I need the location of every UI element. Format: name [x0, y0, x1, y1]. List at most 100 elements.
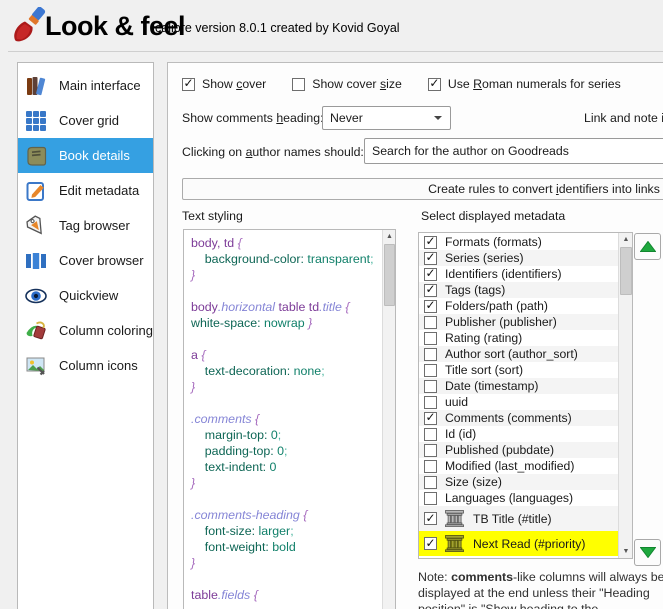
show-cover-size-checkbox[interactable]: Show cover size [292, 77, 402, 91]
checkbox-icon[interactable] [424, 347, 437, 361]
metadata-row-label: Modified (last_modified) [445, 459, 575, 473]
column-icon-gray [437, 510, 465, 527]
metadata-row-published-pubdate-[interactable]: Published (pubdate) [419, 442, 618, 458]
header: Look & feel calibre version 8.0.1 create… [0, 0, 663, 51]
checkbox-icon[interactable] [424, 298, 437, 313]
checkbox-icon[interactable] [424, 250, 437, 265]
checkbox-icon[interactable] [424, 536, 437, 550]
checkbox-icon[interactable] [424, 363, 437, 377]
checkbox-icon[interactable] [424, 443, 437, 457]
checkbox-icon[interactable] [424, 427, 437, 441]
sidebar-item-quickview[interactable]: Quickview [18, 278, 153, 313]
column-icon-olive [437, 535, 465, 552]
scrollbar-thumb[interactable] [384, 244, 395, 306]
metadata-row-uuid[interactable]: uuid [419, 394, 618, 410]
sidebar-item-cover-browser[interactable]: Cover browser [18, 243, 153, 278]
sidebar-item-edit-metadata[interactable]: Edit metadata [18, 173, 153, 208]
checkbox-icon[interactable] [424, 379, 437, 393]
scroll-down-icon[interactable]: ▼ [619, 545, 632, 558]
scrollbar-thumb[interactable] [620, 247, 632, 295]
checkbox-icon[interactable] [424, 395, 437, 409]
version-text: calibre version 8.0.1 created by Kovid G… [155, 21, 400, 35]
checkbox-icon[interactable] [424, 331, 437, 345]
css-code-line: a { [191, 348, 206, 362]
comments-note: Note: comments-like columns will always … [418, 570, 663, 609]
css-code-line: font-size: larger; [204, 524, 294, 538]
sidebar-item-cover-grid[interactable]: Cover grid [18, 103, 153, 138]
checkbox-icon[interactable] [424, 491, 437, 505]
metadata-row-publisher-publisher-[interactable]: Publisher (publisher) [419, 314, 618, 330]
metadata-row-tb-title-#title-[interactable]: TB Title (#title) [419, 506, 618, 531]
author-click-label: Clicking on author names should: [182, 145, 364, 159]
css-code-line: body.horizontal table td.title { [191, 300, 350, 314]
css-code[interactable]: body, td { background-color: transparent… [191, 235, 380, 603]
metadata-row-author-sort-author_sort-[interactable]: Author sort (author_sort) [419, 346, 618, 362]
checkbox-icon[interactable] [424, 266, 437, 281]
book-icon [24, 144, 48, 168]
metadata-row-id-id-[interactable]: Id (id) [419, 426, 618, 442]
metadata-row-languages-languages-[interactable]: Languages (languages) [419, 490, 618, 506]
comments-heading-select[interactable]: Never [322, 106, 451, 130]
sidebar-item-label: Quickview [59, 288, 119, 303]
sidebar-item-book-details[interactable]: Book details [18, 138, 153, 173]
paintbrush-icon [14, 7, 46, 42]
metadata-row-label: Comments (comments) [445, 411, 572, 425]
sidebar-item-label: Cover browser [59, 253, 144, 268]
show-cover-size-label: Show cover size [312, 77, 402, 91]
sidebar-item-label: Column coloring [59, 323, 153, 338]
metadata-row-label: uuid [445, 395, 469, 409]
list-scrollbar[interactable]: ▲ ▼ [618, 233, 632, 558]
header-divider [8, 51, 663, 52]
checkbox-icon[interactable] [424, 459, 437, 473]
scroll-up-icon[interactable]: ▲ [383, 230, 395, 243]
move-down-button[interactable] [634, 539, 661, 566]
metadata-row-formats-formats-[interactable]: Formats (formats) [419, 234, 618, 250]
css-code-line: margin-top: 0; [204, 428, 282, 442]
checkbox-icon[interactable] [427, 76, 441, 91]
metadata-row-title-sort-sort-[interactable]: Title sort (sort) [419, 362, 618, 378]
css-code-line: } [191, 476, 196, 490]
metadata-row-date-timestamp-[interactable]: Date (timestamp) [419, 378, 618, 394]
create-rules-button[interactable]: Create rules to convert identifiers into… [182, 178, 663, 200]
checkbox-icon[interactable] [424, 475, 437, 489]
metadata-rows: Formats (formats) Series (series) Identifi… [419, 234, 618, 556]
metadata-row-identifiers-identifiers-[interactable]: Identifiers (identifiers) [419, 266, 618, 282]
checkbox-icon[interactable] [424, 410, 437, 425]
author-click-select[interactable]: Search for the author on Goodreads [364, 138, 663, 164]
scroll-up-icon[interactable]: ▲ [619, 233, 632, 246]
checkbox-icon[interactable] [424, 282, 437, 297]
css-code-line: text-indent: 0 [204, 460, 277, 474]
metadata-row-comments-comments-[interactable]: Comments (comments) [419, 410, 618, 426]
text-styling-label: Text styling [182, 209, 243, 223]
move-up-button[interactable] [634, 233, 661, 260]
checkbox-icon[interactable] [424, 315, 437, 329]
css-editor[interactable]: body, td { background-color: transparent… [183, 229, 396, 609]
sidebar-item-tag-browser[interactable]: Tag browser [18, 208, 153, 243]
sidebar-item-column-coloring[interactable]: Column coloring [18, 313, 153, 348]
metadata-row-folders-path-path-[interactable]: Folders/path (path) [419, 298, 618, 314]
checkbox-icon[interactable] [292, 77, 306, 91]
metadata-row-label: Formats (formats) [445, 235, 542, 249]
checkbox-icon[interactable] [182, 76, 195, 91]
sidebar-item-column-icons[interactable]: Column icons [18, 348, 153, 383]
sidebar-item-label: Book details [59, 148, 130, 163]
sidebar-item-main-interface[interactable]: Main interface [18, 68, 153, 103]
metadata-row-size-size-[interactable]: Size (size) [419, 474, 618, 490]
metadata-row-next-read-#priority-[interactable]: Next Read (#priority) [419, 531, 618, 556]
coloring-icon [24, 319, 48, 343]
roman-numerals-checkbox[interactable]: Use Roman numerals for series [427, 76, 621, 91]
checkbox-icon[interactable] [424, 234, 437, 249]
css-code-line: table.fields { [191, 588, 258, 602]
css-code-line: } [191, 556, 196, 570]
comments-heading-value: Never [330, 111, 363, 125]
metadata-row-rating-rating-[interactable]: Rating (rating) [419, 330, 618, 346]
metadata-row-series-series-[interactable]: Series (series) [419, 250, 618, 266]
metadata-row-tags-tags-[interactable]: Tags (tags) [419, 282, 618, 298]
metadata-row-modified-last_modified-[interactable]: Modified (last_modified) [419, 458, 618, 474]
show-cover-checkbox[interactable]: Show cover [182, 76, 266, 91]
metadata-row-label: Date (timestamp) [445, 379, 539, 393]
checkbox-icon[interactable] [424, 511, 437, 525]
select-metadata-label: Select displayed metadata [421, 209, 566, 223]
css-code-line: font-weight: bold [204, 540, 296, 554]
editor-scrollbar[interactable]: ▲ [382, 230, 395, 609]
